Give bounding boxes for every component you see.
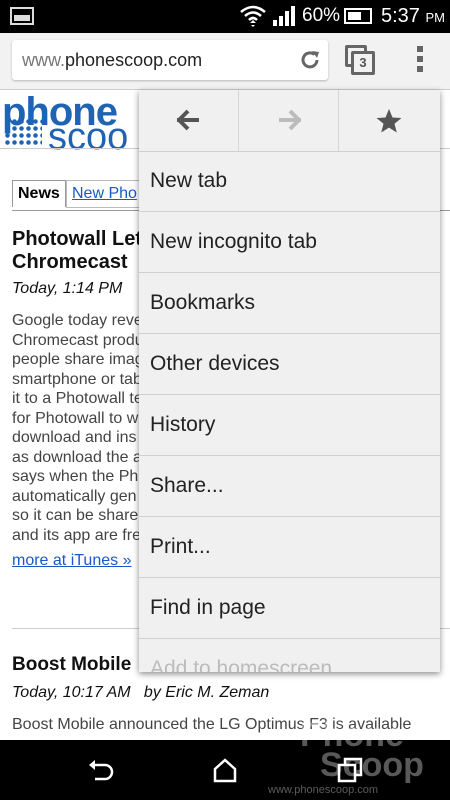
menu-item-history[interactable]: History — [139, 395, 440, 456]
menu-item-other-devices[interactable]: Other devices — [139, 334, 440, 395]
article2-meta: Today, 10:17 AM by Eric M. Zeman — [12, 684, 270, 701]
menu-item-print[interactable]: Print... — [139, 517, 440, 578]
article-meta: Today, 1:14 PM — [12, 280, 123, 297]
menu-nav-row — [139, 90, 440, 152]
forward-arrow-icon — [279, 109, 301, 131]
reload-icon[interactable] — [298, 48, 322, 72]
menu-item-label: Find in page — [150, 596, 266, 619]
browser-menu: New tab New incognito tab Bookmarks Othe… — [139, 90, 440, 672]
battery-icon — [344, 8, 372, 24]
tab-news[interactable]: News — [12, 180, 66, 207]
back-button[interactable] — [139, 90, 239, 151]
back-icon[interactable] — [85, 755, 115, 785]
bookmark-star-button[interactable] — [339, 90, 440, 151]
menu-item-label: Bookmarks — [150, 291, 256, 314]
tab-count: 3 — [351, 51, 375, 75]
menu-item-label: New tab — [150, 169, 228, 192]
status-bar: 60% 5:37 PM — [0, 0, 450, 33]
clock-ampm: PM — [425, 10, 446, 25]
watermark-line2: Scoop — [320, 746, 424, 784]
wifi-icon — [240, 5, 266, 27]
phonescoop-logo[interactable]: phone scoo — [0, 90, 140, 158]
menu-item-label: Add to homescreen — [150, 657, 333, 672]
menu-item-new-incognito-tab[interactable]: New incognito tab — [139, 212, 440, 273]
url-domain: phonescoop.com — [65, 50, 203, 70]
clock-time: 5:37 — [381, 5, 420, 27]
menu-item-label: Print... — [150, 535, 211, 558]
navigation-bar: Phone Scoop www.phonescoop.com — [0, 718, 450, 800]
more-link[interactable]: more at iTunes » — [12, 552, 131, 570]
menu-item-label: New incognito tab — [150, 230, 317, 253]
clock: 5:37 PM — [381, 5, 445, 28]
watermark-url: www.phonescoop.com — [268, 784, 379, 796]
overflow-menu-icon[interactable] — [411, 46, 429, 76]
back-arrow-icon — [177, 109, 199, 131]
signal-icon — [273, 6, 295, 26]
menu-item-label: Other devices — [150, 352, 280, 375]
forward-button[interactable] — [239, 90, 339, 151]
battery-percent: 60% — [302, 5, 341, 26]
article2-title[interactable]: Boost Mobile — [12, 654, 131, 676]
address-bar[interactable]: www.phonescoop.com — [12, 40, 328, 80]
gallery-notification-icon — [10, 7, 34, 25]
tab-new-phones[interactable]: New Pho — [66, 180, 143, 208]
watermark: Phone Scoop — [300, 718, 424, 784]
menu-item-bookmarks[interactable]: Bookmarks — [139, 273, 440, 334]
url-prefix: www. — [22, 50, 66, 70]
home-icon[interactable] — [210, 755, 240, 785]
logo-text-bottom: scoo — [48, 116, 129, 158]
browser-toolbar: www.phonescoop.com 3 — [0, 33, 450, 90]
star-icon — [376, 109, 402, 133]
menu-item-add-to-homescreen[interactable]: Add to homescreen — [139, 639, 440, 672]
tab-switcher-button[interactable]: 3 — [345, 45, 375, 75]
menu-item-label: History — [150, 413, 216, 436]
url-text[interactable]: www.phonescoop.com — [22, 50, 202, 71]
menu-item-find-in-page[interactable]: Find in page — [139, 578, 440, 639]
menu-item-label: Share... — [150, 474, 224, 497]
menu-item-share[interactable]: Share... — [139, 456, 440, 517]
menu-item-new-tab[interactable]: New tab — [139, 151, 440, 212]
